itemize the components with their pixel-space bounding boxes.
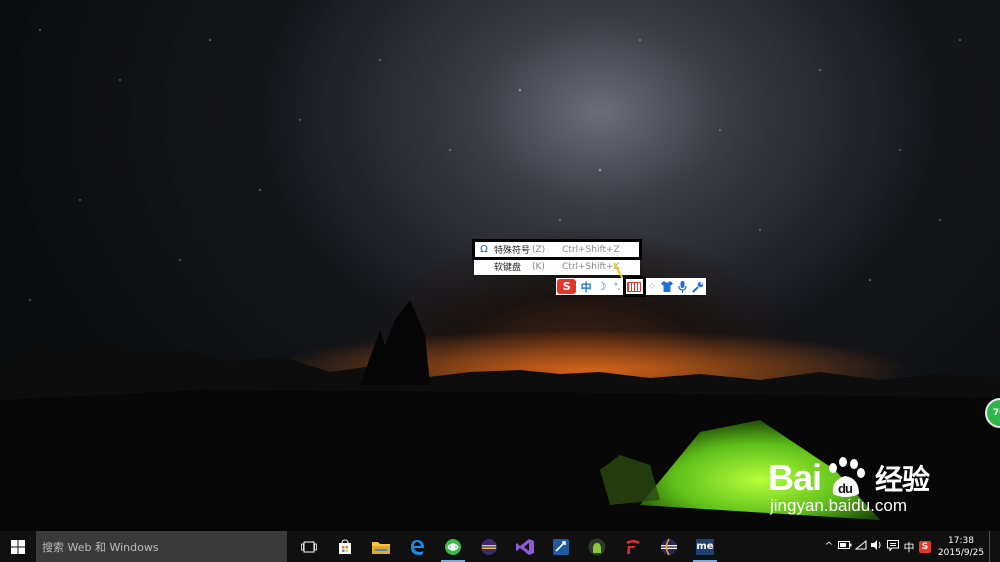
start-button[interactable] bbox=[0, 531, 36, 562]
baidu-jingyan-watermark: Bai du 经验 jingyan.baidu.com bbox=[768, 456, 930, 516]
eclipse-purple-icon bbox=[481, 538, 497, 555]
browser-360-button[interactable] bbox=[435, 531, 471, 562]
skin-shirt-icon[interactable] bbox=[660, 278, 675, 295]
menu-item-label: 特殊符号 bbox=[494, 246, 531, 256]
store-icon bbox=[339, 538, 351, 554]
taskbar-search-box[interactable]: 搜索 Web 和 Windows bbox=[36, 531, 287, 562]
action-center-icon[interactable] bbox=[885, 539, 901, 554]
volume-icon[interactable] bbox=[869, 540, 885, 553]
ime-context-menu: Ω 特殊符号 (Z) Ctrl+Shift+Z 软键盘 (K) Ctrl+Shi… bbox=[472, 239, 642, 275]
microphone-icon[interactable] bbox=[675, 278, 690, 295]
menu-item-label: 软键盘 bbox=[494, 263, 522, 273]
file-explorer-icon bbox=[372, 541, 390, 554]
task-view-button[interactable] bbox=[291, 531, 327, 562]
eclipse-icon bbox=[661, 538, 677, 555]
clock-time: 17:38 bbox=[948, 535, 974, 546]
battery-icon[interactable] bbox=[837, 541, 853, 552]
show-desktop-button[interactable] bbox=[989, 531, 1000, 562]
wifi-icon[interactable] bbox=[853, 539, 869, 553]
visual-studio-icon bbox=[516, 538, 534, 555]
windows-logo-icon bbox=[11, 539, 25, 554]
half-width-moon-icon[interactable]: ☽ bbox=[594, 278, 609, 295]
blue-tool-icon bbox=[553, 538, 569, 555]
sogou-logo-icon[interactable]: S bbox=[557, 279, 577, 294]
me-app-button[interactable]: me bbox=[687, 531, 723, 562]
system-tray: ^ 中 S 17:38 2015/9/25 bbox=[821, 531, 1000, 562]
baidu-paw-icon: du bbox=[823, 456, 867, 500]
task-view-icon bbox=[301, 541, 317, 552]
android-button[interactable] bbox=[579, 531, 615, 562]
clock[interactable]: 17:38 2015/9/25 bbox=[933, 535, 989, 559]
sogou-tray-logo: S bbox=[919, 540, 931, 553]
keyboard-button[interactable] bbox=[622, 276, 647, 297]
menu-item-shortcut: Ctrl+Shift+Z bbox=[562, 244, 620, 255]
taskbar: 搜索 Web 和 Windows me ^ 中 S 17:38 2015/9/2… bbox=[0, 531, 1000, 562]
edge-icon bbox=[411, 539, 424, 555]
android-icon bbox=[588, 538, 606, 555]
search-placeholder: 搜索 Web 和 Windows bbox=[42, 540, 159, 554]
store-button[interactable] bbox=[327, 531, 363, 562]
user-icon[interactable]: ⁘ bbox=[644, 278, 659, 295]
watermark-cn: 经验 bbox=[875, 464, 930, 495]
menu-item-accesskey: (Z) bbox=[532, 244, 546, 255]
eclipse-purple-button[interactable] bbox=[471, 531, 507, 562]
ime-toolbar: S 中 ☽ °, ⁘ bbox=[556, 276, 706, 297]
chinese-mode-button[interactable]: 中 bbox=[578, 278, 593, 295]
show-hidden-icons-chevron[interactable]: ^ bbox=[821, 541, 837, 552]
menu-item-shortcut: Ctrl+Shift+K bbox=[562, 261, 620, 272]
red-app-button[interactable] bbox=[615, 531, 651, 562]
watermark-brand: Bai bbox=[768, 457, 822, 498]
browser-360-icon bbox=[445, 538, 461, 555]
wrench-settings-icon[interactable] bbox=[691, 278, 706, 295]
input-mode-indicator[interactable]: 中 bbox=[901, 539, 917, 555]
me-app-icon: me bbox=[696, 538, 714, 555]
keyboard-icon bbox=[627, 281, 642, 292]
edge-button[interactable] bbox=[399, 531, 435, 562]
menu-item-accesskey: (K) bbox=[532, 261, 545, 272]
menu-item-special-symbols[interactable]: Ω 特殊符号 (Z) Ctrl+Shift+Z bbox=[472, 239, 642, 260]
blue-tool-button[interactable] bbox=[543, 531, 579, 562]
paw-du-text: du bbox=[838, 481, 853, 496]
clock-date: 2015/9/25 bbox=[937, 547, 985, 558]
punctuation-icon[interactable]: °, bbox=[609, 278, 624, 295]
eclipse-button[interactable] bbox=[651, 531, 687, 562]
red-app-icon bbox=[626, 539, 640, 554]
file-explorer-button[interactable] bbox=[363, 531, 399, 562]
omega-icon: Ω bbox=[480, 244, 488, 255]
visual-studio-button[interactable] bbox=[507, 531, 543, 562]
sogou-tray-icon[interactable]: S bbox=[917, 540, 933, 553]
